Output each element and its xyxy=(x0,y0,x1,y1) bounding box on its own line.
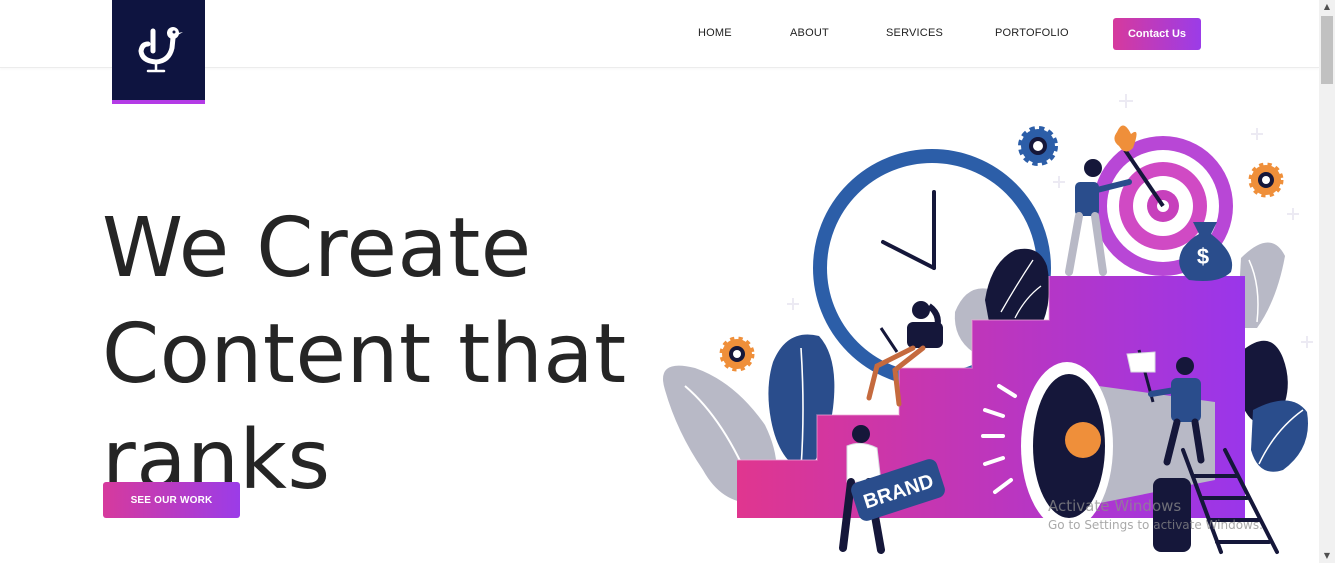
site-logo[interactable] xyxy=(112,0,205,104)
hero-title-line-1: We Create xyxy=(102,201,532,296)
scroll-down-arrow-icon[interactable]: ▼ xyxy=(1319,549,1335,563)
gear-icon-right xyxy=(1248,162,1284,198)
gear-icon xyxy=(1018,126,1058,166)
activate-windows-subtitle: Go to Settings to activate Windows. xyxy=(1048,518,1263,532)
vertical-scrollbar[interactable]: ▲ ▼ xyxy=(1319,0,1335,563)
nav-services-link[interactable]: SERVICES xyxy=(886,27,943,39)
right-blue-leaf xyxy=(1251,400,1308,472)
hero-title: We Create Content that ranks xyxy=(102,196,662,514)
nav-portfolio-link[interactable]: PORTOFOLIO xyxy=(995,27,1069,39)
gear-icon-left xyxy=(719,336,755,372)
scroll-up-arrow-icon[interactable]: ▲ xyxy=(1319,0,1335,14)
hero-illustration: $ BRAND xyxy=(663,94,1313,554)
activate-windows-overlay: Activate Windows Go to Settings to activ… xyxy=(1048,497,1263,532)
money-symbol: $ xyxy=(1197,244,1209,269)
activate-windows-title: Activate Windows xyxy=(1048,497,1182,515)
see-our-work-button[interactable]: SEE OUR WORK xyxy=(103,482,240,518)
nav-about-link[interactable]: ABOUT xyxy=(790,27,829,39)
contact-us-button[interactable]: Contact Us xyxy=(1113,18,1201,50)
hero-title-line-2: Content that xyxy=(102,307,627,402)
scrollbar-thumb[interactable] xyxy=(1321,16,1333,84)
duck-icon xyxy=(138,27,183,73)
nav-home-link[interactable]: HOME xyxy=(698,27,732,39)
